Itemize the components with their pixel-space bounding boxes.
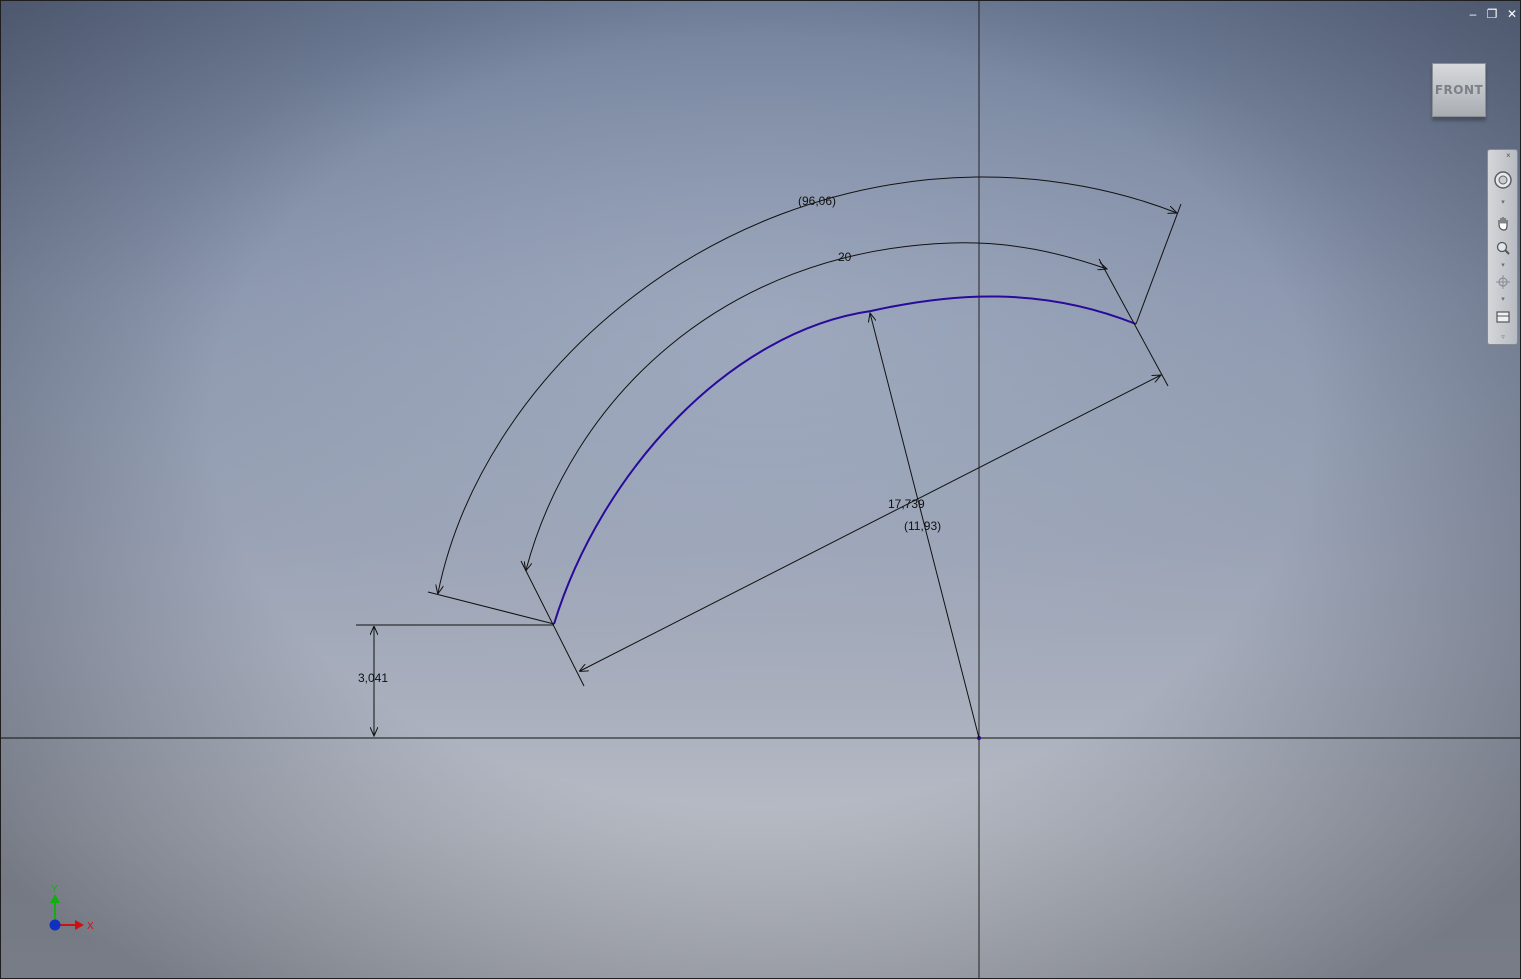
extension-line xyxy=(1098,258,1169,387)
chord-dimension-line[interactable] xyxy=(580,375,1161,671)
coordinate-triad: Y X xyxy=(49,884,94,932)
chevron-down-icon[interactable]: ▾ xyxy=(1499,296,1507,303)
graphics-viewport[interactable]: (96,06) 20 17,739 (11,93) 3,041 – ❐ ✕ FR… xyxy=(0,0,1521,979)
dimension-text-arc-length[interactable]: 20 xyxy=(838,250,852,264)
sketch-canvas[interactable]: (96,06) 20 17,739 (11,93) 3,041 xyxy=(1,1,1521,979)
orbit-icon xyxy=(1496,275,1510,289)
customize-icon[interactable]: ▿ xyxy=(1499,334,1507,341)
zoom-magnifier-icon xyxy=(1496,241,1510,255)
steering-wheel-icon xyxy=(1494,171,1512,189)
look-at-icon xyxy=(1496,311,1510,323)
viewcube[interactable]: FRONT xyxy=(1432,63,1486,117)
dimension-text-outer-reference[interactable]: (96,06) xyxy=(798,194,836,208)
orbit-button[interactable] xyxy=(1492,272,1514,292)
extension-line xyxy=(520,560,585,687)
close-button[interactable]: ✕ xyxy=(1505,7,1519,21)
triad-x-label: X xyxy=(87,921,94,932)
navigation-bar[interactable]: × ▾ ▾ ▾ ▿ xyxy=(1487,149,1518,345)
angle-dimension-line[interactable] xyxy=(438,176,1177,593)
restore-button[interactable]: ❐ xyxy=(1485,7,1499,21)
triad-origin xyxy=(49,919,61,931)
chevron-down-icon[interactable]: ▾ xyxy=(1499,199,1507,206)
zoom-button[interactable] xyxy=(1492,238,1514,258)
pan-button[interactable] xyxy=(1492,213,1514,233)
arc-length-dimension-line[interactable] xyxy=(526,242,1107,570)
sketch-arc[interactable] xyxy=(553,295,1137,625)
chevron-down-icon[interactable]: ▾ xyxy=(1499,262,1507,269)
viewcube-face-label: FRONT xyxy=(1434,83,1484,97)
dimension-text-radius[interactable]: 17,739 xyxy=(888,497,925,511)
look-at-button[interactable] xyxy=(1492,307,1514,327)
extension-line xyxy=(427,591,555,625)
pan-hand-icon xyxy=(1498,217,1508,231)
dimension-text-vertical-offset[interactable]: 3,041 xyxy=(358,671,388,685)
steering-wheel-button[interactable] xyxy=(1492,170,1514,190)
dimension-text-chord-reference[interactable]: (11,93) xyxy=(904,519,941,533)
triad-y-label: Y xyxy=(51,884,58,895)
navbar-close-icon[interactable]: × xyxy=(1506,152,1514,160)
extension-line xyxy=(1135,203,1182,325)
minimize-button[interactable]: – xyxy=(1466,7,1480,21)
